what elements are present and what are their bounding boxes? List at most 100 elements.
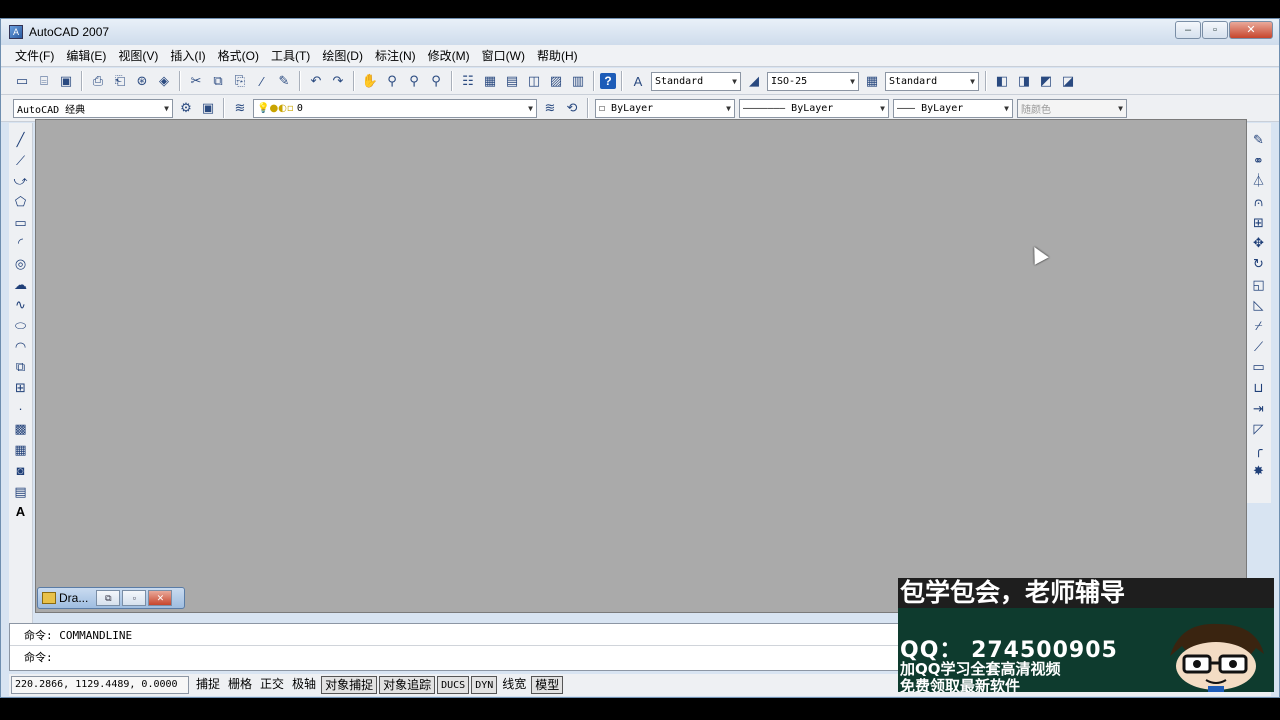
explode-icon[interactable]: ✸ [1249, 460, 1269, 481]
gradient-icon[interactable]: ▦ [11, 439, 31, 460]
menu-tools[interactable]: 工具(T) [265, 47, 316, 64]
close-button[interactable]: ✕ [1229, 21, 1273, 39]
dim-style-select[interactable]: ISO-25 ▼ [767, 71, 859, 91]
pan-icon[interactable]: ✋ [360, 71, 380, 91]
open-file-icon[interactable]: ⌸ [34, 71, 54, 91]
coordinate-readout[interactable]: 220.2866, 1129.4489, 0.0000 [11, 676, 189, 694]
paste-icon[interactable]: ⎘ [230, 71, 250, 91]
ducs-toggle[interactable]: DUCS [437, 676, 470, 694]
copy-object-icon[interactable]: ⚭ [1249, 150, 1269, 171]
scale-icon[interactable]: ◱ [1249, 274, 1269, 295]
make-block-icon[interactable]: ⊞ [11, 377, 31, 398]
make-object-layer-current-icon[interactable]: ≋ [540, 98, 560, 118]
otrack-toggle[interactable]: 对象追踪 [379, 676, 436, 694]
3d-dwf-icon[interactable]: ◈ [154, 71, 174, 91]
polyline-icon[interactable]: ⤻ [11, 170, 31, 191]
join-icon[interactable]: ⇥ [1249, 398, 1269, 419]
break-icon[interactable]: ⊔ [1249, 377, 1269, 398]
dim-style-icon[interactable]: ◢ [744, 71, 764, 91]
text-style-icon[interactable]: A [628, 71, 648, 91]
model-toggle[interactable]: 模型 [531, 676, 564, 694]
revision-cloud-icon[interactable]: ☁ [11, 274, 31, 295]
save-icon[interactable]: ▣ [56, 71, 76, 91]
dyn-toggle[interactable]: DYN [471, 676, 498, 694]
erase-icon[interactable]: ✎ [1249, 129, 1269, 150]
markup-icon[interactable]: ▨ [546, 71, 566, 91]
text-style-select[interactable]: Standard ▼ [651, 71, 741, 91]
mirror-icon[interactable]: ⏃ [1249, 170, 1269, 191]
menu-insert[interactable]: 插入(I) [164, 47, 211, 64]
menu-dimension[interactable]: 标注(N) [369, 47, 422, 64]
rectangle-icon[interactable]: ▭ [11, 212, 31, 233]
region-icon[interactable]: ◙ [11, 460, 31, 481]
layer-select[interactable]: 💡●◐▫ 0 ▼ [253, 98, 537, 118]
grid-toggle[interactable]: 栅格 [225, 676, 255, 694]
send-under-icon[interactable]: ◪ [1058, 71, 1078, 91]
trim-icon[interactable]: ⌿ [1249, 315, 1269, 336]
zoom-previous-icon[interactable]: ⚲ [426, 71, 446, 91]
undo-icon[interactable]: ↶ [306, 71, 326, 91]
tool-palettes-icon[interactable]: ▤ [502, 71, 522, 91]
menu-edit[interactable]: 编辑(E) [60, 47, 112, 64]
offset-icon[interactable]: ⩀ [1249, 191, 1269, 212]
ellipse-arc-icon[interactable]: ◠ [11, 336, 31, 357]
minimize-button[interactable]: ‒ [1175, 21, 1201, 39]
drawing-maximize-button[interactable]: ▫ [122, 590, 147, 606]
osnap-toggle[interactable]: 对象捕捉 [321, 676, 378, 694]
sheet-set-icon[interactable]: ◫ [524, 71, 544, 91]
plot-icon[interactable]: ⎙ [88, 71, 108, 91]
table-icon[interactable]: ▤ [11, 481, 31, 502]
menu-format[interactable]: 格式(O) [212, 47, 265, 64]
array-icon[interactable]: ⊞ [1249, 212, 1269, 233]
polygon-icon[interactable]: ⬠ [11, 191, 31, 212]
bring-to-front-icon[interactable]: ◧ [992, 71, 1012, 91]
redo-icon[interactable]: ↷ [328, 71, 348, 91]
publish-icon[interactable]: ⊛ [132, 71, 152, 91]
point-icon[interactable]: · [11, 398, 31, 419]
menu-window[interactable]: 窗口(W) [476, 47, 531, 64]
help-icon[interactable]: ? [600, 73, 616, 89]
construction-line-icon[interactable]: ⟋ [11, 150, 31, 171]
ellipse-icon[interactable]: ⬭ [11, 315, 31, 336]
maximize-button[interactable]: ▫ [1202, 21, 1228, 39]
polar-toggle[interactable]: 极轴 [289, 676, 319, 694]
zoom-window-icon[interactable]: ⚲ [404, 71, 424, 91]
multiline-text-icon[interactable]: A [11, 501, 31, 522]
table-style-icon[interactable]: ▦ [862, 71, 882, 91]
properties-icon[interactable]: ☷ [458, 71, 478, 91]
layer-previous-icon[interactable]: ⟲ [562, 98, 582, 118]
menu-view[interactable]: 视图(V) [112, 47, 164, 64]
spline-icon[interactable]: ∿ [11, 295, 31, 316]
match-properties-icon[interactable]: ⁄ [252, 71, 272, 91]
lineweight-toggle[interactable]: 线宽 [499, 676, 529, 694]
cut-icon[interactable]: ✂ [186, 71, 206, 91]
layer-manager-icon[interactable]: ≋ [230, 98, 250, 118]
ortho-toggle[interactable]: 正交 [257, 676, 287, 694]
arc-icon[interactable]: ◜ [11, 232, 31, 253]
bring-above-icon[interactable]: ◩ [1036, 71, 1056, 91]
drawing-canvas[interactable] [35, 119, 1247, 613]
drawing-restore-button[interactable]: ⧉ [96, 590, 121, 606]
drawing-close-button[interactable]: ✕ [148, 590, 173, 606]
move-icon[interactable]: ✥ [1249, 232, 1269, 253]
plot-preview-icon[interactable]: ⎗ [110, 71, 130, 91]
linetype-select[interactable]: ——————— ByLayer ▼ [739, 98, 889, 118]
line-icon[interactable]: ╱ [11, 129, 31, 150]
color-select[interactable]: ☐ ByLayer ▼ [595, 98, 735, 118]
table-style-select[interactable]: Standard ▼ [885, 71, 979, 91]
new-file-icon[interactable]: ▭ [12, 71, 32, 91]
minimized-drawing-window[interactable]: Dra... ⧉ ▫ ✕ [37, 587, 185, 609]
copy-icon[interactable]: ⧉ [208, 71, 228, 91]
fillet-icon[interactable]: ╭ [1249, 439, 1269, 460]
menu-draw[interactable]: 绘图(D) [316, 47, 369, 64]
workspace-save-icon[interactable]: ▣ [198, 98, 218, 118]
lineweight-select[interactable]: ——— ByLayer ▼ [893, 98, 1013, 118]
menu-modify[interactable]: 修改(M) [422, 47, 476, 64]
block-editor-icon[interactable]: ✎ [274, 71, 294, 91]
chamfer-icon[interactable]: ◸ [1249, 419, 1269, 440]
circle-icon[interactable]: ◎ [11, 253, 31, 274]
rotate-icon[interactable]: ↻ [1249, 253, 1269, 274]
insert-block-icon[interactable]: ⧉ [11, 357, 31, 378]
stretch-icon[interactable]: ◺ [1249, 295, 1269, 316]
menu-file[interactable]: 文件(F) [9, 47, 60, 64]
